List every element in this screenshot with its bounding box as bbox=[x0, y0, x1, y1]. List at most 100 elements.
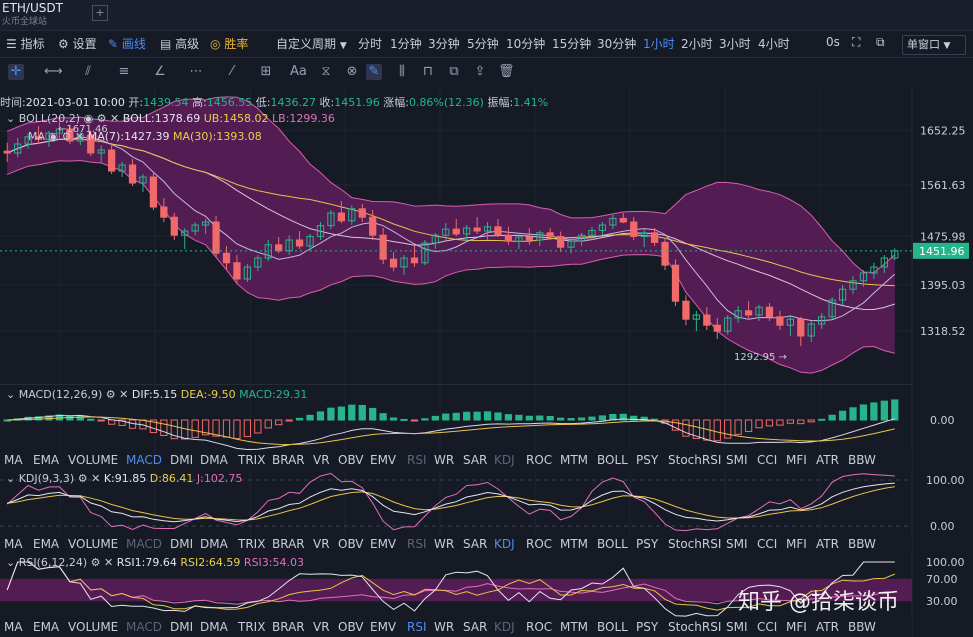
tab-roc[interactable]: ROC bbox=[526, 620, 552, 634]
tab-macd[interactable]: MACD bbox=[126, 453, 162, 467]
tab-vr[interactable]: VR bbox=[313, 453, 330, 467]
tab-brar[interactable]: BRAR bbox=[272, 620, 305, 634]
tab-volume[interactable]: VOLUME bbox=[68, 537, 118, 551]
settings-button[interactable]: ⚙ 设置 bbox=[58, 35, 97, 52]
tab-smi[interactable]: SMI bbox=[726, 453, 748, 467]
tab-dma[interactable]: DMA bbox=[200, 537, 228, 551]
tab-volume[interactable]: VOLUME bbox=[68, 453, 118, 467]
brush-icon[interactable]: ⧖ bbox=[318, 64, 334, 80]
angle-icon[interactable]: ∠ bbox=[152, 64, 168, 80]
tab-vr[interactable]: VR bbox=[313, 620, 330, 634]
tab-mfi[interactable]: MFI bbox=[786, 537, 807, 551]
custom-period-dropdown[interactable]: 自定义周期 ▼ bbox=[276, 35, 347, 52]
channel-icon[interactable]: ≡ bbox=[116, 64, 132, 80]
tab-boll[interactable]: BOLL bbox=[597, 620, 628, 634]
period-0[interactable]: 分时 bbox=[358, 35, 382, 52]
tab-ema[interactable]: EMA bbox=[33, 620, 59, 634]
tab-macd[interactable]: MACD bbox=[126, 620, 162, 634]
trash-icon[interactable]: 🗑 bbox=[498, 64, 515, 80]
tab-emv[interactable]: EMV bbox=[370, 620, 396, 634]
close-icon[interactable]: ✕ bbox=[91, 472, 100, 485]
indicator-button[interactable]: ☰ 指标 bbox=[6, 35, 45, 52]
win-rate-button[interactable]: ◎ 胜率 bbox=[210, 35, 248, 52]
tab-brar[interactable]: BRAR bbox=[272, 453, 305, 467]
tab-psy[interactable]: PSY bbox=[636, 537, 658, 551]
tab-ma[interactable]: MA bbox=[4, 537, 23, 551]
tab-roc[interactable]: ROC bbox=[526, 453, 552, 467]
tab-boll[interactable]: BOLL bbox=[597, 537, 628, 551]
draw-button[interactable]: ✎ 画线 bbox=[108, 35, 146, 52]
period-5[interactable]: 15分钟 bbox=[552, 35, 591, 52]
period-2[interactable]: 3分钟 bbox=[428, 35, 460, 52]
trend-line-icon[interactable]: ⫽ bbox=[80, 64, 96, 80]
tab-sar[interactable]: SAR bbox=[463, 620, 487, 634]
tab-dma[interactable]: DMA bbox=[200, 453, 228, 467]
tab-emv[interactable]: EMV bbox=[370, 537, 396, 551]
tab-obv[interactable]: OBV bbox=[338, 453, 364, 467]
tab-trix[interactable]: TRIX bbox=[238, 620, 265, 634]
period-9[interactable]: 3小时 bbox=[719, 35, 751, 52]
advanced-button[interactable]: ▤ 高级 bbox=[160, 35, 199, 52]
tab-kdj[interactable]: KDJ bbox=[494, 453, 515, 467]
pair-title[interactable]: ETH/USDT bbox=[2, 1, 63, 15]
period-3[interactable]: 5分钟 bbox=[467, 35, 499, 52]
tab-atr[interactable]: ATR bbox=[816, 537, 839, 551]
tab-mtm[interactable]: MTM bbox=[560, 453, 588, 467]
tab-wr[interactable]: WR bbox=[434, 537, 454, 551]
period-6[interactable]: 30分钟 bbox=[597, 35, 636, 52]
tab-rsi[interactable]: RSI bbox=[407, 537, 427, 551]
chart-area[interactable]: 1652.25 1561.63 1475.98 1395.03 1318.52 1451.… bbox=[0, 88, 973, 637]
tab-stochrsi[interactable]: StochRSI bbox=[668, 537, 721, 551]
close-icon[interactable]: ✕ bbox=[119, 388, 128, 401]
tab-vr[interactable]: VR bbox=[313, 537, 330, 551]
tab-sar[interactable]: SAR bbox=[463, 537, 487, 551]
tab-mfi[interactable]: MFI bbox=[786, 453, 807, 467]
tab-obv[interactable]: OBV bbox=[338, 537, 364, 551]
screenshot-icon[interactable]: ⧉ bbox=[876, 35, 885, 50]
fib-icon[interactable]: ⋯ bbox=[188, 64, 204, 80]
tab-ema[interactable]: EMA bbox=[33, 537, 59, 551]
period-10[interactable]: 4小时 bbox=[758, 35, 790, 52]
tab-bbw[interactable]: BBW bbox=[848, 620, 876, 634]
tab-trix[interactable]: TRIX bbox=[238, 537, 265, 551]
bars-icon[interactable]: ⫼ bbox=[394, 64, 410, 80]
window-mode-select[interactable]: 单窗口 ▼ bbox=[902, 35, 966, 55]
tab-rsi[interactable]: RSI bbox=[407, 453, 427, 467]
tab-wr[interactable]: WR bbox=[434, 620, 454, 634]
copy-icon[interactable]: ⧉ bbox=[446, 64, 462, 80]
tab-ema[interactable]: EMA bbox=[33, 453, 59, 467]
tab-cci[interactable]: CCI bbox=[757, 453, 777, 467]
tab-dmi[interactable]: DMI bbox=[170, 620, 193, 634]
tab-roc[interactable]: ROC bbox=[526, 537, 552, 551]
tab-macd[interactable]: MACD bbox=[126, 537, 162, 551]
text-tool-icon[interactable]: Aa bbox=[290, 64, 307, 80]
tab-volume[interactable]: VOLUME bbox=[68, 620, 118, 634]
gear-icon[interactable]: ⚙ bbox=[91, 556, 101, 569]
tab-psy[interactable]: PSY bbox=[636, 620, 658, 634]
tab-dmi[interactable]: DMI bbox=[170, 453, 193, 467]
tab-atr[interactable]: ATR bbox=[816, 453, 839, 467]
tab-mtm[interactable]: MTM bbox=[560, 537, 588, 551]
tab-stochrsi[interactable]: StochRSI bbox=[668, 620, 721, 634]
close-icon[interactable]: ✕ bbox=[104, 556, 113, 569]
tab-obv[interactable]: OBV bbox=[338, 620, 364, 634]
tab-mfi[interactable]: MFI bbox=[786, 620, 807, 634]
tab-brar[interactable]: BRAR bbox=[272, 537, 305, 551]
collapse-icon[interactable]: ⌄ bbox=[6, 388, 15, 401]
fullscreen-icon[interactable]: ⛶ bbox=[852, 35, 860, 50]
tab-bbw[interactable]: BBW bbox=[848, 453, 876, 467]
tab-dmi[interactable]: DMI bbox=[170, 537, 193, 551]
tab-dma[interactable]: DMA bbox=[200, 620, 228, 634]
tab-smi[interactable]: SMI bbox=[726, 537, 748, 551]
lock-icon[interactable]: ⊓ bbox=[420, 64, 436, 80]
tab-smi[interactable]: SMI bbox=[726, 620, 748, 634]
pattern-icon[interactable]: ⁄ bbox=[224, 64, 240, 80]
period-8[interactable]: 2小时 bbox=[681, 35, 713, 52]
crosshair-icon[interactable]: ✛ bbox=[8, 64, 24, 80]
tab-cci[interactable]: CCI bbox=[757, 620, 777, 634]
pen-icon[interactable]: ✎ bbox=[366, 64, 382, 80]
tab-boll[interactable]: BOLL bbox=[597, 453, 628, 467]
tab-atr[interactable]: ATR bbox=[816, 620, 839, 634]
tab-emv[interactable]: EMV bbox=[370, 453, 396, 467]
tab-trix[interactable]: TRIX bbox=[238, 453, 265, 467]
